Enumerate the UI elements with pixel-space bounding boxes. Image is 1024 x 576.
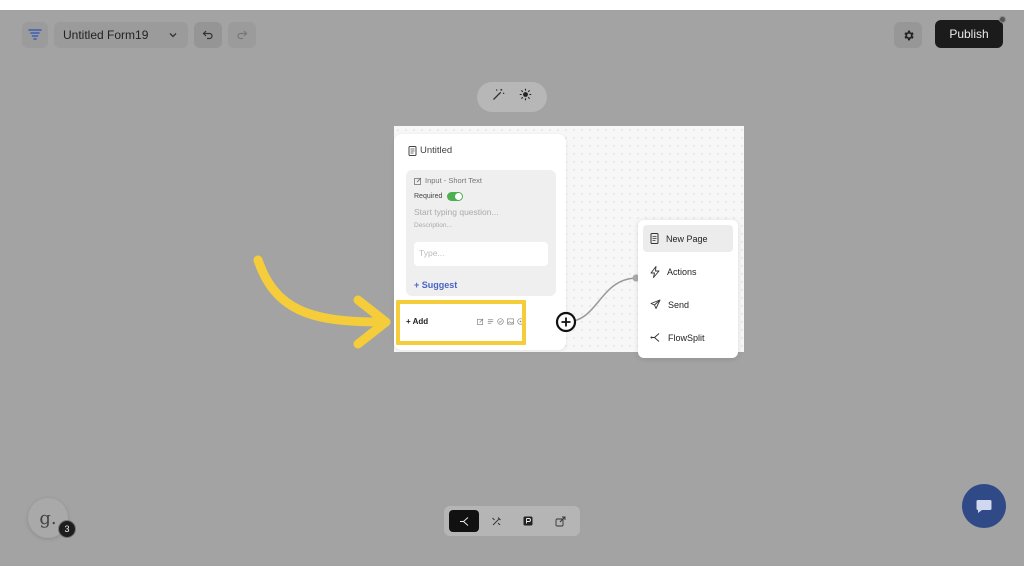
menu-item-send[interactable]: Send bbox=[643, 291, 733, 318]
flow-icon bbox=[459, 516, 468, 526]
menu-item-label: New Page bbox=[666, 233, 708, 244]
design-icon bbox=[491, 516, 501, 525]
undo-button[interactable] bbox=[194, 22, 222, 48]
share-view-button[interactable] bbox=[545, 510, 575, 532]
lightning-icon bbox=[650, 265, 660, 278]
suggest-button[interactable]: + Suggest bbox=[414, 280, 457, 290]
page-title-text: Untitled bbox=[420, 145, 453, 156]
publish-button[interactable]: Publish bbox=[935, 20, 1003, 48]
menu-item-label: Send bbox=[668, 299, 690, 310]
preview-icon bbox=[523, 516, 533, 526]
pointer-arrow-icon bbox=[253, 255, 391, 349]
add-connection-icon[interactable] bbox=[555, 311, 577, 333]
input-type-text: Input - Short Text bbox=[425, 176, 482, 185]
flowsplit-icon bbox=[650, 333, 660, 342]
settings-button[interactable] bbox=[894, 22, 922, 48]
chevron-down-icon bbox=[169, 33, 177, 38]
document-icon bbox=[650, 233, 659, 244]
edit-icon bbox=[414, 177, 422, 185]
sun-icon bbox=[519, 88, 532, 101]
menu-item-label: Actions bbox=[667, 266, 697, 277]
form-name-select[interactable]: Untitled Form19 bbox=[54, 22, 188, 48]
magic-wand-icon bbox=[493, 88, 505, 100]
app-logo[interactable] bbox=[22, 22, 48, 48]
document-icon bbox=[408, 145, 417, 156]
highlight-box bbox=[396, 300, 526, 345]
canvas-tools bbox=[477, 82, 547, 112]
add-node-menu: New Page Actions Send FlowSplit bbox=[638, 220, 738, 358]
share-icon bbox=[555, 516, 565, 526]
app-window: Untitled Form19 Publish Untitled Input -… bbox=[0, 10, 1024, 566]
undo-icon bbox=[202, 30, 213, 40]
chat-button[interactable] bbox=[962, 484, 1006, 528]
send-icon bbox=[650, 299, 661, 309]
notification-dot bbox=[999, 16, 1006, 23]
form-name-label: Untitled Form19 bbox=[63, 28, 149, 42]
input-type-label: Input - Short Text bbox=[414, 176, 482, 185]
question-input[interactable]: Start typing question... bbox=[414, 207, 499, 217]
menu-item-label: FlowSplit bbox=[668, 332, 705, 343]
required-row: Required bbox=[414, 192, 464, 201]
answer-preview-input[interactable]: Type... bbox=[414, 242, 548, 266]
menu-item-flowsplit[interactable]: FlowSplit bbox=[643, 324, 733, 351]
menu-item-actions[interactable]: Actions bbox=[643, 258, 733, 285]
redo-button[interactable] bbox=[228, 22, 256, 48]
menu-item-new-page[interactable]: New Page bbox=[643, 225, 733, 252]
preview-view-button[interactable] bbox=[513, 510, 543, 532]
notification-badge: 3 bbox=[58, 520, 76, 538]
page-title[interactable]: Untitled bbox=[408, 145, 452, 156]
magic-wand-button[interactable] bbox=[492, 88, 505, 106]
view-switcher bbox=[444, 506, 580, 536]
input-question-block[interactable]: Input - Short Text Required Start typing… bbox=[406, 170, 556, 296]
flow-view-button[interactable] bbox=[449, 510, 479, 532]
required-toggle[interactable] bbox=[447, 192, 464, 201]
description-input[interactable]: Description... bbox=[414, 222, 452, 229]
redo-icon bbox=[237, 30, 248, 40]
gear-icon bbox=[903, 30, 914, 40]
chat-icon bbox=[976, 500, 992, 513]
theme-button[interactable] bbox=[519, 88, 532, 106]
required-label: Required bbox=[414, 193, 443, 200]
funnel-logo-icon bbox=[28, 29, 42, 40]
design-view-button[interactable] bbox=[481, 510, 511, 532]
